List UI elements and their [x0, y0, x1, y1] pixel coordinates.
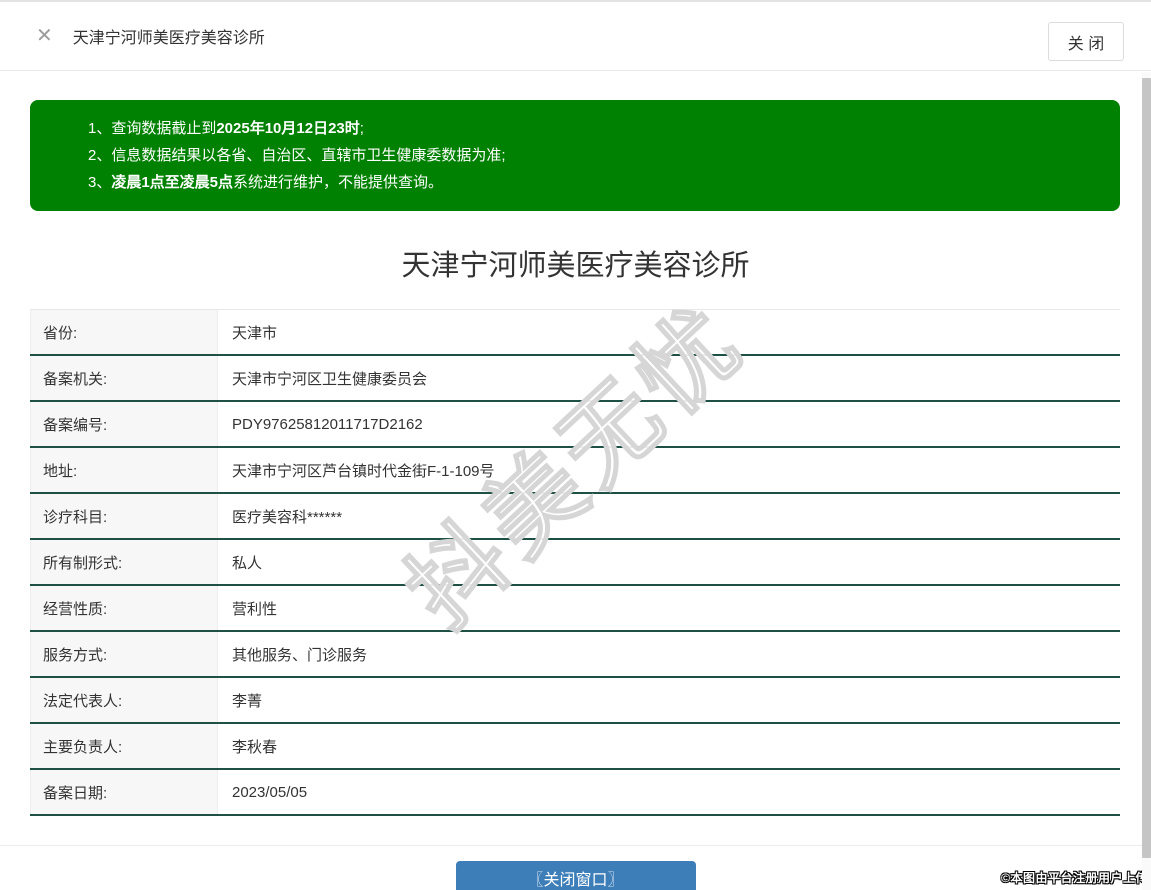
row-value: 李秋春 [218, 724, 1120, 768]
row-value: 李菁 [218, 678, 1120, 722]
row-label: 备案编号: [30, 402, 218, 446]
row-value: 天津市宁河区卫生健康委员会 [218, 356, 1120, 400]
row-value: 天津市宁河区芦台镇时代金街F-1-109号 [218, 448, 1120, 492]
close-button[interactable]: 关 闭 [1048, 22, 1124, 61]
row-value: 私人 [218, 540, 1120, 584]
table-row: 备案日期: 2023/05/05 [30, 770, 1120, 816]
scrollbar-thumb[interactable] [1142, 78, 1151, 858]
footer-divider [0, 845, 1151, 846]
table-row: 备案编号: PDY97625812011717D2162 [30, 402, 1120, 448]
record-detail-page: ✕ 天津宁河师美医疗美容诊所 关 闭 1、查询数据截止到2025年10月12日2… [0, 0, 1151, 890]
notice-text: 2、信息数据结果以各省、自治区、直辖市卫生健康委数据为准; [88, 147, 506, 164]
row-value: PDY97625812011717D2162 [218, 402, 1120, 446]
page-title: 天津宁河师美医疗美容诊所 [0, 242, 1151, 284]
row-value: 2023/05/05 [218, 770, 1120, 814]
row-label: 备案日期: [30, 770, 218, 814]
table-row: 省份: 天津市 [30, 310, 1120, 356]
notice-text: 1、查询数据截止到 [88, 120, 216, 137]
row-value: 其他服务、门诊服务 [218, 632, 1120, 676]
table-row: 服务方式: 其他服务、门诊服务 [30, 632, 1120, 678]
footer: 〖关闭窗口〗 [0, 861, 1151, 890]
window-titlebar: ✕ 天津宁河师美医疗美容诊所 关 闭 [0, 0, 1151, 71]
table-row: 主要负责人: 李秋春 [30, 724, 1120, 770]
row-label: 地址: [30, 448, 218, 492]
row-label: 诊疗科目: [30, 494, 218, 538]
table-row: 诊疗科目: 医疗美容科****** [30, 494, 1120, 540]
notice-banner: 1、查询数据截止到2025年10月12日23时; 2、信息数据结果以各省、自治区… [30, 100, 1120, 211]
notice-line: 2、信息数据结果以各省、自治区、直辖市卫生健康委数据为准; [88, 142, 1100, 169]
notice-line: 3、凌晨1点至凌晨5点系统进行维护，不能提供查询。 [88, 169, 1100, 196]
notice-text: ; [360, 120, 364, 137]
notice-text: 3、 [88, 174, 111, 191]
notice-text: 系统进行维护，不能提供查询。 [233, 174, 443, 191]
table-row: 所有制形式: 私人 [30, 540, 1120, 586]
scrollbar-track[interactable] [1142, 72, 1151, 890]
row-value: 医疗美容科****** [218, 494, 1120, 538]
notice-line: 1、查询数据截止到2025年10月12日23时; [88, 115, 1100, 142]
row-label: 法定代表人: [30, 678, 218, 722]
notice-bold-text: 凌晨1点至凌晨5点 [111, 174, 233, 191]
table-row: 地址: 天津市宁河区芦台镇时代金街F-1-109号 [30, 448, 1120, 494]
row-label: 省份: [30, 310, 218, 354]
window-title: 天津宁河师美医疗美容诊所 [73, 24, 265, 48]
row-value: 天津市 [218, 310, 1120, 354]
row-label: 备案机关: [30, 356, 218, 400]
notice-bold-text: 2025年10月12日23时 [216, 120, 359, 137]
close-icon[interactable]: ✕ [36, 26, 53, 46]
close-window-button[interactable]: 〖关闭窗口〗 [456, 861, 696, 890]
detail-table: 省份: 天津市 备案机关: 天津市宁河区卫生健康委员会 备案编号: PDY976… [30, 309, 1120, 816]
table-row: 备案机关: 天津市宁河区卫生健康委员会 [30, 356, 1120, 402]
copyright-stamp: ©本图由平台注册用户上传 [1001, 869, 1148, 886]
row-label: 经营性质: [30, 586, 218, 630]
row-label: 服务方式: [30, 632, 218, 676]
row-label: 主要负责人: [30, 724, 218, 768]
row-label: 所有制形式: [30, 540, 218, 584]
row-value: 营利性 [218, 586, 1120, 630]
table-row: 经营性质: 营利性 [30, 586, 1120, 632]
table-row: 法定代表人: 李菁 [30, 678, 1120, 724]
